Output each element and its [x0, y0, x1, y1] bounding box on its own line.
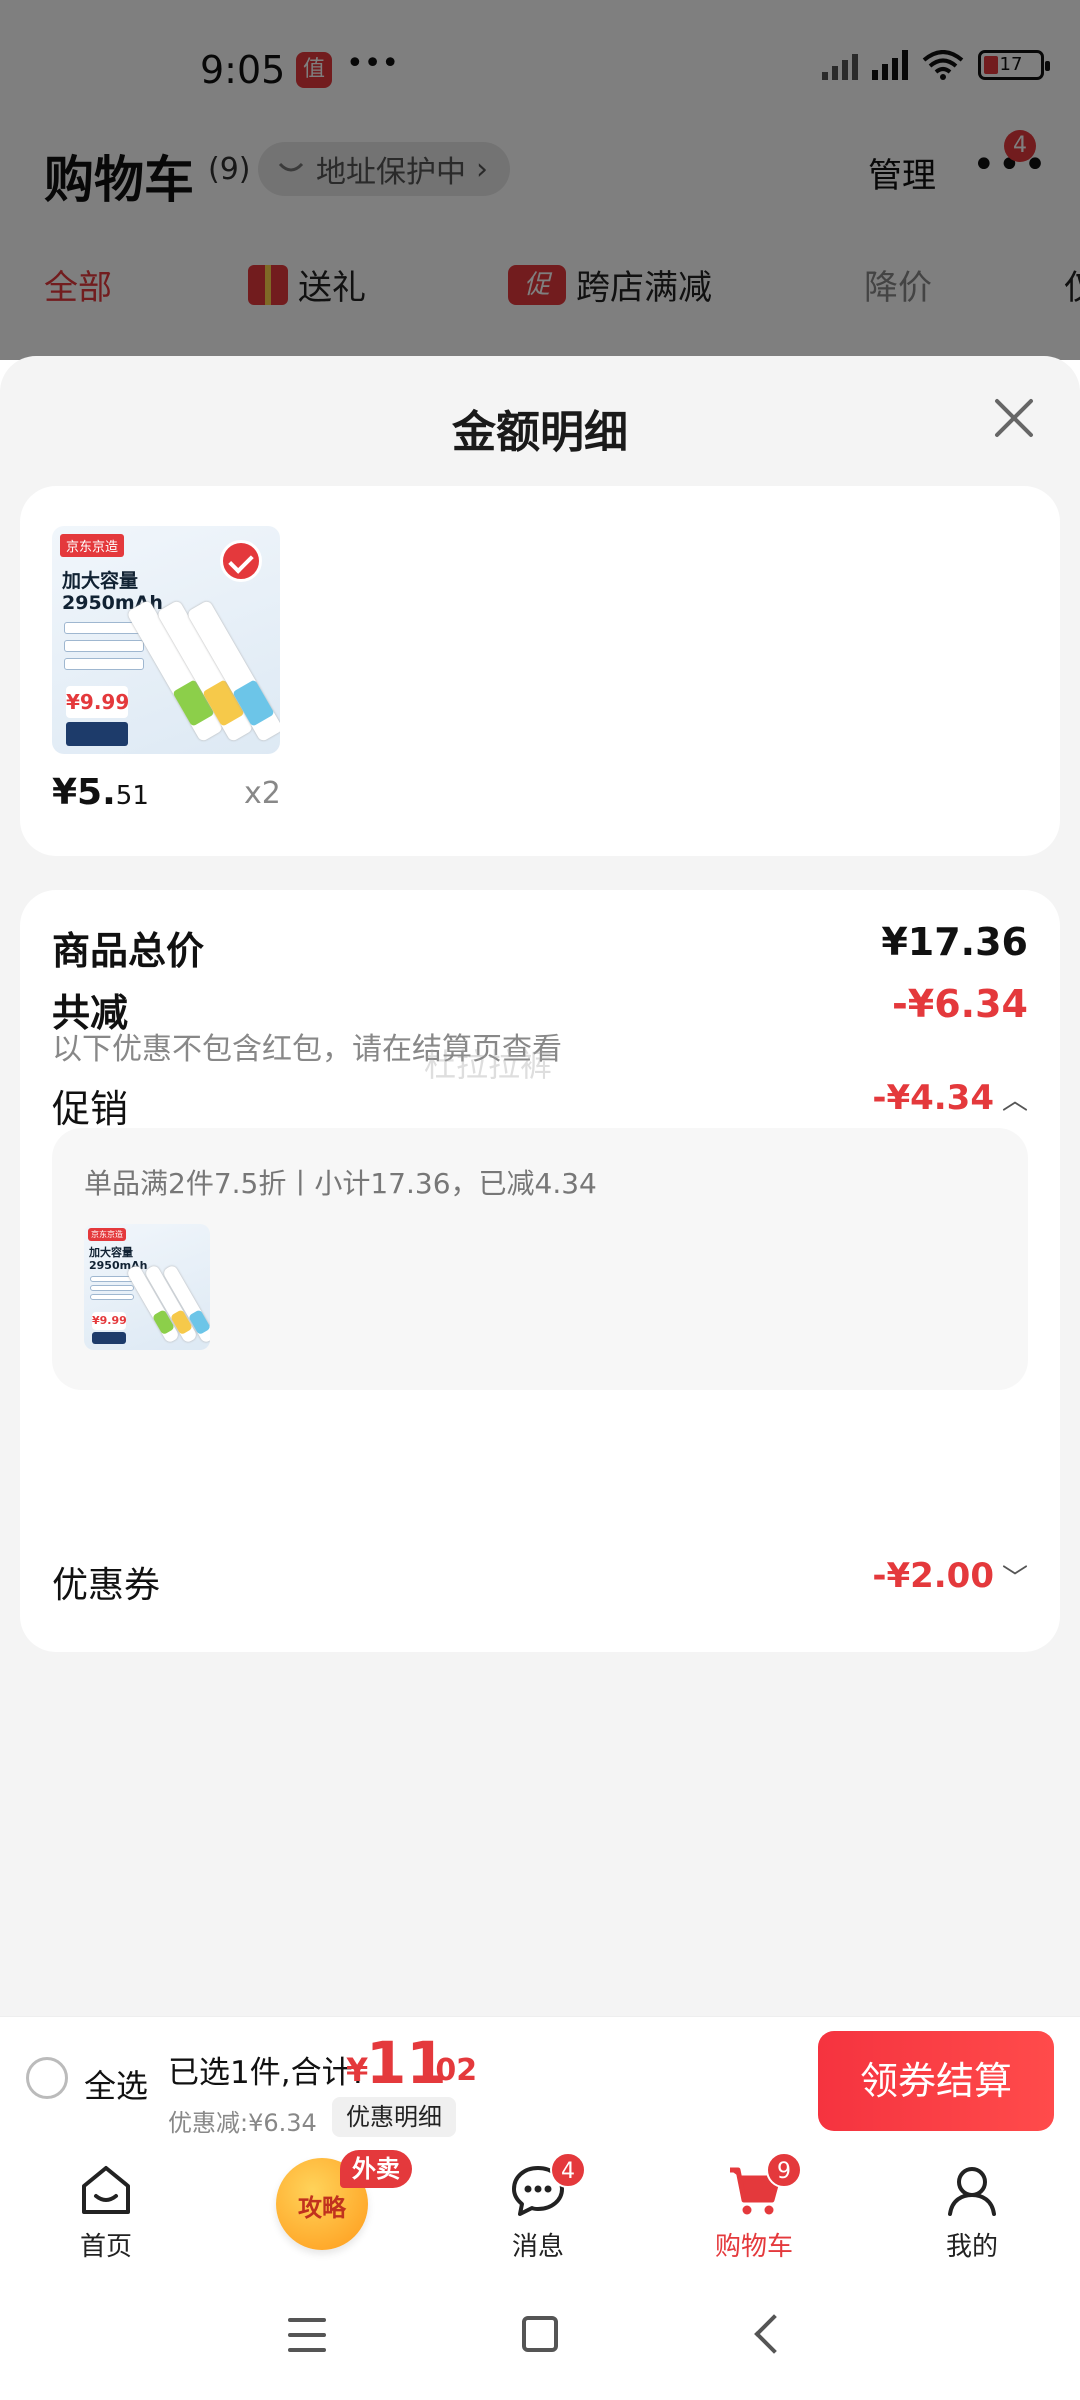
bottom-tab-bar: 首页 4 消息 9 购物车 我的	[0, 2142, 1080, 2272]
tab-label: 购物车	[714, 2232, 793, 2262]
product-image[interactable]: 京东京造 加大容量 2950mAh ¥9.99	[52, 526, 280, 754]
coupon-label: 优惠券	[52, 1565, 161, 1606]
total-price-label: 商品总价	[52, 929, 205, 973]
selected-check-icon	[220, 540, 262, 582]
promotion-rule-text: 单品满2件7.5折丨小计17.36，已减4.34	[84, 1167, 597, 1200]
tab-label: 我的	[945, 2232, 998, 2262]
tab-cart[interactable]: 9 购物车	[674, 2142, 834, 2272]
promotion-product-image[interactable]: 京东京造 加大容量 2950mAh ¥9.99	[84, 1224, 210, 1350]
select-all-checkbox[interactable]	[26, 2057, 68, 2099]
select-all-label[interactable]: 全选	[84, 2061, 148, 2107]
total-amount-dec: .02	[424, 2053, 478, 2088]
user-icon	[948, 2167, 996, 2216]
price-breakdown-card: 商品总价 ¥17.36 共减 -¥6.34 以下优惠不包含红包，请在结算页查看 …	[20, 890, 1060, 1652]
tab-mine[interactable]: 我的	[892, 2142, 1052, 2272]
total-price-amount: ¥17.36	[881, 920, 1028, 964]
promotion-detail-box: 单品满2件7.5折丨小计17.36，已减4.34 京东京造 加大容量 2950m…	[52, 1128, 1028, 1390]
product-quantity: x2	[244, 776, 281, 811]
tab-messages[interactable]: 4 消息	[458, 2142, 618, 2272]
home-button-icon[interactable]	[522, 2316, 558, 2352]
modal-backdrop[interactable]	[0, 0, 1080, 360]
close-icon[interactable]	[990, 394, 1038, 442]
chevron-down-icon: ﹀	[1001, 1564, 1028, 1594]
home-icon	[82, 2166, 130, 2214]
discount-summary: 优惠减:¥6.34	[168, 2109, 317, 2137]
takeout-tag[interactable]: 外卖	[340, 2150, 412, 2188]
checkout-button[interactable]: 领券结算	[818, 2031, 1054, 2131]
promotion-label: 促销	[52, 1087, 129, 1131]
guide-label: 攻略	[298, 2194, 346, 2222]
chevron-up-icon: ︿	[1001, 1086, 1028, 1116]
total-currency: ¥	[346, 2051, 369, 2089]
selected-summary: 已选1件,合计:	[168, 2055, 364, 2091]
discount-detail-button[interactable]: 优惠明细	[332, 2097, 456, 2137]
tab-label: 首页	[79, 2232, 132, 2262]
brand-logo: 京东京造	[60, 534, 125, 557]
brand-logo: 京东京造	[88, 1228, 126, 1241]
coupon-toggle[interactable]: -¥2.00 ﹀	[872, 1556, 1028, 1596]
system-navigation-bar	[0, 2272, 1080, 2400]
product-card: 京东京造 加大容量 2950mAh ¥9.99 ¥5.51 x2	[20, 486, 1060, 856]
watermark: 杜拉拉裤	[424, 1046, 553, 1084]
coupon-amount: -¥2.00	[872, 1556, 994, 1596]
amount-detail-sheet: 金额明细 京东京造 加大容量 2950mAh ¥9.99 ¥5.51 x2 商品…	[0, 356, 1080, 2016]
messages-badge: 4	[550, 2152, 586, 2188]
cart-badge: 9	[766, 2152, 802, 2188]
sheet-title: 金额明细	[452, 407, 628, 458]
product-image-price: ¥9.99	[92, 1312, 127, 1330]
promotion-toggle[interactable]: -¥4.34 ︿	[872, 1078, 1028, 1118]
tab-label: 消息	[511, 2232, 564, 2262]
product-image-price: ¥9.99	[66, 686, 129, 718]
checkout-bar: 全选 已选1件,合计: ¥ 11 .02 优惠减:¥6.34 优惠明细 领券结算	[0, 2016, 1080, 2142]
tab-home[interactable]: 首页	[26, 2142, 186, 2272]
discount-total-amount: -¥6.34	[892, 982, 1028, 1026]
promotion-amount: -¥4.34	[872, 1078, 994, 1118]
back-icon[interactable]	[754, 2314, 794, 2354]
recent-apps-icon[interactable]	[288, 2318, 326, 2352]
product-unit-price: ¥5.51	[52, 772, 149, 813]
